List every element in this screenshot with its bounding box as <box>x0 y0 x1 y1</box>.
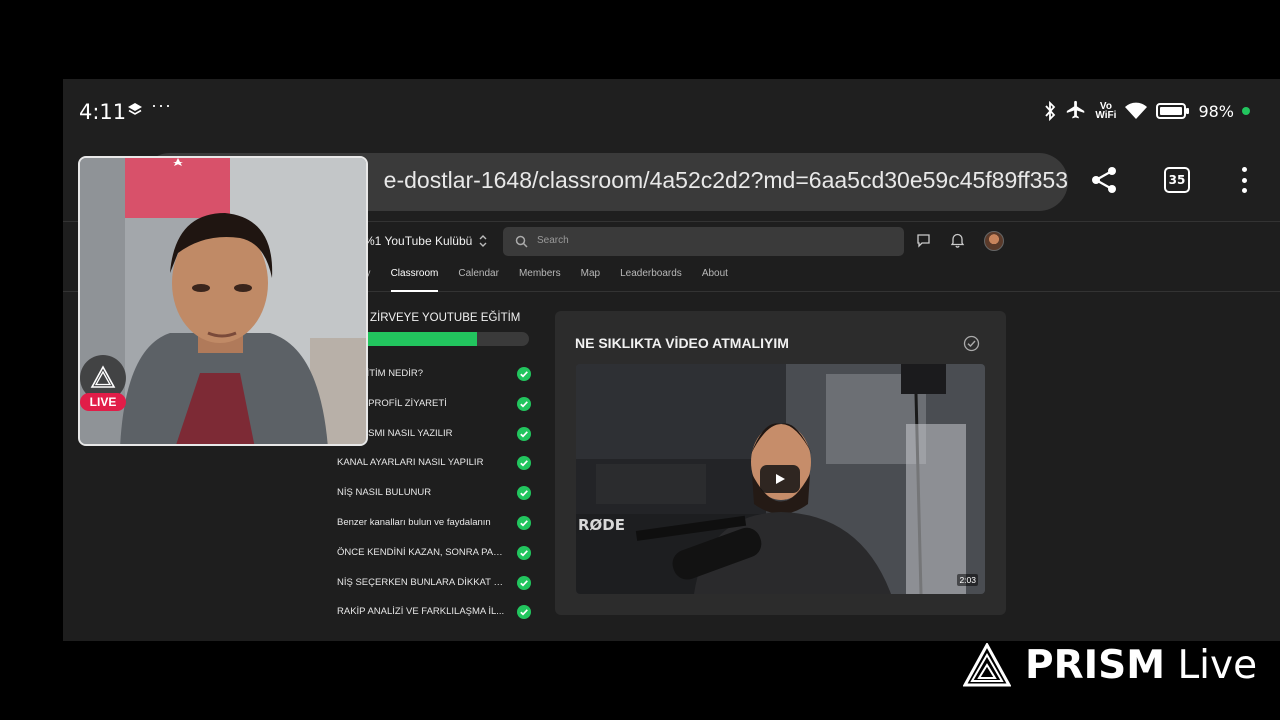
tab-count: 35 <box>1168 173 1186 187</box>
completed-check-icon <box>517 367 531 381</box>
lesson-item-label: KANAL AYARLARI NASIL YAPILIR <box>337 457 484 469</box>
status-bar: 4:11 ··· Vo WiFi 98% <box>63 79 1280 145</box>
screen: 4:11 ··· Vo WiFi 98% e-dostlar-1648/clas… <box>0 0 1280 720</box>
tab-about[interactable]: About <box>702 268 728 292</box>
bluetooth-icon <box>1045 100 1056 122</box>
vowifi-indicator: Vo WiFi <box>1095 102 1117 121</box>
search-icon <box>515 235 528 248</box>
lesson-item[interactable]: Benzer kanalları bulun ve faydalanın <box>337 510 531 540</box>
tab-map[interactable]: Map <box>581 268 600 292</box>
completed-check-icon <box>517 545 531 560</box>
share-icon[interactable] <box>1089 165 1119 195</box>
user-avatar[interactable] <box>984 231 1004 251</box>
lesson-item[interactable]: RAKİP ANALİZİ VE FARKLILAŞMA İL... <box>337 599 531 629</box>
course-progress-fill <box>357 332 478 346</box>
course-progress-bar <box>357 332 529 346</box>
lesson-item-label: Benzer kanalları bulun ve faydalanın <box>337 516 491 528</box>
lesson-item-label: NİŞ SEÇERKEN BUNLARA DİKKAT E... <box>337 576 505 588</box>
wifi-icon <box>1125 102 1148 119</box>
prism-live-text: PRISM Live <box>1025 643 1257 688</box>
lesson-item[interactable]: KANAL AYARLARI NASIL YAPILIR <box>337 450 531 480</box>
tab-leaderboards[interactable]: Leaderboards <box>620 268 682 292</box>
video-player[interactable]: RØDE 2:03 <box>576 364 985 594</box>
live-badge: LIVE <box>80 393 126 411</box>
prism-brand-light: Live <box>1177 642 1258 688</box>
address-bar-url: e-dostlar-1648/classroom/4a52c2d2?md=6aa… <box>383 167 1068 193</box>
lesson-card: NE SIKLIKTA VİDEO ATMALIYIM RØDE 2:03 <box>555 311 1006 615</box>
mic-brand-text: RØDE <box>578 516 625 534</box>
video-duration: 2:03 <box>957 574 978 586</box>
site-nav-tabs: nity Classroom Calendar Members Map Lead… <box>355 268 728 292</box>
completed-check-icon <box>517 486 531 501</box>
completed-check-icon <box>517 456 531 471</box>
battery-percent: 98% <box>1198 101 1234 121</box>
status-time: 4:11 <box>79 100 127 124</box>
privacy-indicator-dot <box>1242 107 1250 115</box>
tab-classroom[interactable]: Classroom <box>390 268 438 292</box>
play-button[interactable] <box>760 465 800 493</box>
lesson-item[interactable]: NİŞ NASIL BULUNUR <box>337 480 531 510</box>
layers-icon <box>128 103 142 115</box>
completed-check-icon <box>517 426 531 441</box>
search-input[interactable]: Search <box>503 227 904 256</box>
search-placeholder: Search <box>537 235 569 246</box>
tab-switcher-button[interactable]: 35 <box>1164 167 1190 193</box>
lesson-item-label: RAKİP ANALİZİ VE FARKLILAŞMA İL... <box>337 606 505 618</box>
prism-triangle-icon <box>963 643 1011 687</box>
tab-members[interactable]: Members <box>519 268 561 292</box>
lesson-item[interactable]: NİŞ SEÇERKEN BUNLARA DİKKAT E... <box>337 570 531 600</box>
lesson-item-label: ÖNCE KENDİNİ KAZAN, SONRA PAR... <box>337 546 505 558</box>
completed-check-icon <box>517 575 531 590</box>
chat-icon[interactable] <box>916 233 931 248</box>
battery-icon <box>1156 103 1190 119</box>
lesson-item[interactable]: ÖNCE KENDİNİ KAZAN, SONRA PAR... <box>337 540 531 570</box>
mark-complete-icon[interactable] <box>963 335 980 352</box>
lesson-title: NE SIKLIKTA VİDEO ATMALIYIM <box>575 335 789 351</box>
lesson-item-label: NİŞ NASIL BULUNUR <box>337 487 432 499</box>
tab-calendar[interactable]: Calendar <box>458 268 499 292</box>
browser-menu-icon[interactable] <box>1239 163 1249 197</box>
completed-check-icon <box>517 396 531 411</box>
prism-live-watermark: PRISM Live <box>963 642 1257 688</box>
bell-icon[interactable] <box>950 232 965 248</box>
completed-check-icon <box>517 605 531 620</box>
group-name[interactable]: %1 YouTube Kulübü <box>364 234 472 248</box>
vowifi-bottom: WiFi <box>1095 110 1117 121</box>
completed-check-icon <box>517 515 531 530</box>
group-switcher-chevron-icon[interactable] <box>477 233 489 249</box>
airplane-mode-icon <box>1067 100 1085 119</box>
more-notifications-icon: ··· <box>151 95 172 115</box>
prism-brand-bold: PRISM <box>1025 642 1166 688</box>
play-icon <box>776 474 785 484</box>
course-title: ZİRVEYE YOUTUBE EĞİTİM <box>370 312 521 324</box>
